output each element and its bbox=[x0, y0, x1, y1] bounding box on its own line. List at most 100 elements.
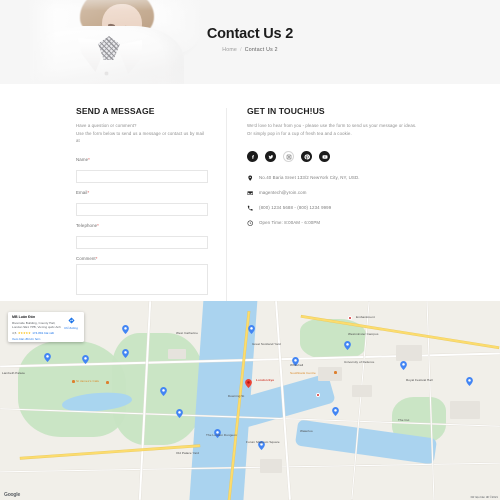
map-label-forum-magnum: Forum Magnum Square bbox=[246, 440, 280, 444]
map-attribution: Dữ liệu bản đồ ©2021 bbox=[470, 495, 498, 499]
map-label-the-cut: The Cut bbox=[398, 418, 410, 422]
contact-page: Contact Us 2 Home / Contact Us 2 SEND A ME… bbox=[0, 0, 500, 500]
map-label-london-dungeon: The London Dungeon bbox=[206, 433, 237, 437]
required-asterisk: * bbox=[97, 222, 99, 228]
map-block-1 bbox=[318, 367, 342, 381]
field-email: Email* bbox=[76, 190, 208, 216]
breadcrumb-separator: / bbox=[240, 47, 242, 53]
map-tube-station[interactable] bbox=[316, 393, 320, 397]
map-poi-dot[interactable] bbox=[334, 371, 337, 374]
send-message-column: SEND A MESSAGE Have a question or commen… bbox=[76, 106, 226, 330]
map-label-embankment: Embankment bbox=[356, 315, 375, 319]
contact-email-text[interactable]: magentech@yroin.com bbox=[259, 190, 307, 197]
send-message-description: Have a question or comment? Use the form… bbox=[76, 122, 208, 145]
page-title: Contact Us 2 bbox=[206, 26, 294, 42]
map-label-university-defence: University of Defence bbox=[344, 360, 375, 364]
map-poi-pin[interactable] bbox=[344, 341, 351, 350]
map-poi-pin[interactable] bbox=[122, 349, 129, 358]
twitter-icon[interactable] bbox=[265, 151, 276, 163]
contact-phone-text: (800) 1234 5688 - (800) 1234 9999 bbox=[259, 205, 332, 211]
map-tube-station[interactable] bbox=[348, 316, 352, 320]
map-label-st-james-cafe: St James's Cafe bbox=[76, 379, 100, 383]
label-email: Email* bbox=[76, 190, 208, 195]
youtube-icon[interactable] bbox=[319, 151, 330, 163]
clock-icon bbox=[247, 220, 254, 227]
contact-address-text: No.40 Baria Sreet 133/2 NewYork City, NY… bbox=[259, 175, 360, 181]
map-label-downing-st: Downing St bbox=[228, 394, 245, 398]
map-block-2 bbox=[352, 385, 372, 397]
map-block-5 bbox=[260, 459, 282, 473]
required-asterisk: * bbox=[87, 189, 90, 195]
get-in-touch-column: GET IN TOUCH!US We'd love to hear from y… bbox=[247, 106, 422, 330]
field-name: Name* bbox=[76, 157, 208, 183]
map-poi-dot[interactable] bbox=[106, 381, 109, 384]
label-comment: Comment* bbox=[76, 256, 208, 261]
name-input[interactable] bbox=[76, 169, 208, 183]
send-message-desc-line1: Have a question or comment? bbox=[76, 123, 137, 128]
location-pin-icon bbox=[247, 175, 254, 182]
google-logo: Google bbox=[4, 492, 21, 498]
label-name: Name* bbox=[76, 157, 208, 162]
field-telephone: Telephone* bbox=[76, 223, 208, 249]
map-block-6 bbox=[168, 349, 186, 359]
telephone-input[interactable] bbox=[76, 235, 208, 249]
map-poi-pin[interactable] bbox=[466, 377, 473, 386]
map-card-rating-row: 4,5 ★★★★★ 174.891 bài viết bbox=[12, 331, 80, 335]
map-block-4 bbox=[450, 401, 480, 419]
map-label-london-eye: London Eye bbox=[256, 378, 275, 382]
get-in-touch-description: We'd love to hear from you - please use … bbox=[247, 122, 422, 137]
pinterest-icon[interactable] bbox=[301, 151, 312, 163]
map-poi-pin[interactable] bbox=[122, 325, 129, 334]
contact-info-list: No.40 Baria Sreet 133/2 NewYork City, NY… bbox=[247, 175, 422, 227]
map-label-old-palace-yard: Old Palace Yard bbox=[176, 451, 199, 455]
map-label-scotland-yard: Great Scotland Yard bbox=[252, 342, 281, 346]
instagram-icon[interactable] bbox=[283, 151, 294, 163]
map-label-southbank-centre: Southbank Centre bbox=[290, 371, 316, 375]
map-card-rating-score: 4,5 bbox=[12, 331, 17, 336]
map-poi-dot[interactable] bbox=[72, 380, 75, 383]
map-label-westminster-campus: Westminster Campus bbox=[348, 332, 379, 336]
map-card-directions-button[interactable]: Chỉ đường bbox=[62, 316, 80, 330]
label-telephone-text: Telephone bbox=[76, 222, 98, 228]
map-info-card[interactable]: MB Luân Đôn Riverside Building, County H… bbox=[8, 312, 84, 342]
contact-address: No.40 Baria Sreet 133/2 NewYork City, NY… bbox=[247, 175, 422, 182]
send-message-title: SEND A MESSAGE bbox=[76, 106, 155, 116]
label-comment-text: Comment bbox=[76, 255, 96, 261]
map-label-whitehall: Whitehall bbox=[290, 363, 304, 367]
star-rating-icon: ★★★★★ bbox=[17, 331, 31, 336]
field-comment: Comment* bbox=[76, 256, 208, 300]
phone-icon bbox=[247, 205, 254, 212]
map-card-reviews-link[interactable]: 174.891 bài viết bbox=[32, 331, 54, 335]
google-map[interactable]: London Eye Embankment Great Scotland Yar… bbox=[0, 301, 500, 500]
contact-phone: (800) 1234 5688 - (800) 1234 9999 bbox=[247, 205, 422, 212]
map-poi-pin[interactable] bbox=[44, 353, 51, 362]
map-poi-pin[interactable] bbox=[400, 361, 407, 370]
facebook-icon[interactable] bbox=[247, 151, 258, 163]
label-telephone: Telephone* bbox=[76, 223, 208, 228]
map-card-directions-label: Chỉ đường bbox=[64, 325, 78, 330]
map-marker-primary[interactable] bbox=[245, 379, 254, 391]
page-hero: Contact Us 2 Home / Contact Us 2 bbox=[0, 0, 500, 84]
comment-textarea[interactable] bbox=[76, 263, 208, 295]
map-poi-pin[interactable] bbox=[248, 325, 255, 334]
map-poi-pin[interactable] bbox=[176, 409, 183, 418]
label-email-text: Email bbox=[76, 189, 88, 195]
content-area: SEND A MESSAGE Have a question or commen… bbox=[0, 84, 500, 330]
contact-hours-text: Open Time: 8:00AM - 6:00PM bbox=[259, 220, 321, 226]
map-poi-pin[interactable] bbox=[160, 387, 167, 396]
breadcrumb-home-link[interactable]: Home bbox=[222, 47, 237, 53]
map-card-view-larger-link[interactable]: Xem bản đồ lớn hơn bbox=[12, 337, 80, 341]
map-poi-pin[interactable] bbox=[82, 355, 89, 364]
breadcrumb-current: Contact Us 2 bbox=[244, 47, 278, 53]
required-asterisk: * bbox=[88, 156, 90, 162]
social-links bbox=[247, 151, 422, 163]
contact-hours: Open Time: 8:00AM - 6:00PM bbox=[247, 220, 422, 227]
column-divider bbox=[226, 108, 227, 330]
map-poi-pin[interactable] bbox=[332, 407, 339, 416]
map-label-waterloo: Waterloo bbox=[300, 429, 313, 433]
map-block-3 bbox=[396, 345, 422, 361]
envelope-icon bbox=[247, 190, 254, 197]
email-input[interactable] bbox=[76, 202, 208, 216]
map-label-west-catherine: West Catherine bbox=[176, 331, 198, 335]
map-label-royal-festival-hall: Royal Festival Hall bbox=[406, 378, 433, 382]
